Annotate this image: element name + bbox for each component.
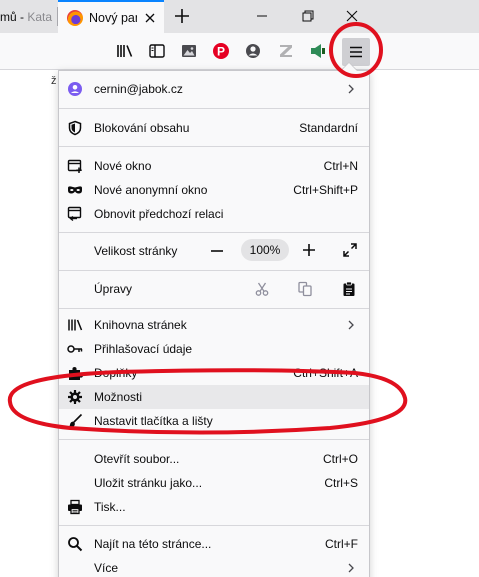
plus-icon[interactable] (301, 242, 317, 258)
content-blocking-label: Blokování obsahu (94, 121, 190, 135)
scissors-icon[interactable] (254, 281, 270, 297)
pinterest-icon[interactable]: P (211, 41, 231, 61)
restore-session-label: Obnovit předchozí relaci (94, 207, 224, 221)
menu-separator (59, 146, 369, 147)
menu-separator (59, 108, 369, 109)
copy-icon[interactable] (297, 281, 313, 297)
library-icon[interactable] (115, 41, 135, 61)
menu-customize[interactable]: Nastavit tlačítka a lišty (59, 409, 369, 433)
menu-options[interactable]: Možnosti (59, 385, 369, 409)
menu-account[interactable]: cernin@jabok.cz (59, 77, 369, 101)
new-window-shortcut: Ctrl+N (323, 159, 358, 173)
menu-content-blocking[interactable]: Blokování obsahu Standardní (59, 116, 369, 140)
shield-icon (68, 120, 82, 136)
menu-library[interactable]: Knihovna stránek (59, 313, 369, 337)
menu-addons[interactable]: Doplňky Ctrl+Shift+A (59, 361, 369, 385)
addons-label: Doplňky (94, 366, 138, 380)
zoom-label: Velikost stránky (94, 244, 178, 258)
mask-icon (68, 186, 82, 194)
tab-active[interactable]: Nový panel (58, 0, 164, 33)
open-file-label: Otevřít soubor... (94, 452, 180, 466)
menu-separator (59, 525, 369, 526)
logins-label: Přihlašovací údaje (94, 342, 193, 356)
paste-icon[interactable] (341, 281, 357, 297)
page-text-fragment: ž (51, 75, 57, 87)
search-icon (68, 537, 83, 552)
menu-find[interactable]: Najít na této stránce... Ctrl+F (59, 532, 369, 556)
menu-logins[interactable]: Přihlašovací údaje (59, 337, 369, 361)
menu-separator (59, 308, 369, 309)
plus-icon[interactable] (170, 4, 194, 28)
sidebar-icon[interactable] (147, 41, 167, 61)
customize-label: Nastavit tlačítka a lišty (94, 414, 213, 428)
new-window-icon (67, 159, 82, 173)
save-page-shortcut: Ctrl+S (324, 476, 358, 490)
navigation-toolbar: P (0, 33, 479, 70)
close-icon[interactable] (142, 10, 158, 26)
menu-zoom-row: Velikost stránky 100% (59, 239, 369, 263)
menu-separator (59, 439, 369, 440)
tab-previous-title-a: mů - (0, 10, 28, 24)
printer-icon (68, 499, 82, 515)
account-icon (68, 82, 82, 96)
private-window-label: Nové anonymní okno (94, 183, 208, 197)
menu-new-window[interactable]: Nové okno Ctrl+N (59, 154, 369, 178)
tab-strip: mů - Kata Nový panel (0, 0, 479, 33)
more-label: Více (94, 561, 119, 575)
menu-restore-session[interactable]: Obnovit předchozí relaci (59, 202, 369, 226)
menu-edit-row: Úpravy (59, 277, 369, 301)
open-file-shortcut: Ctrl+O (322, 452, 358, 466)
library-icon (68, 319, 83, 331)
edit-label: Úpravy (94, 282, 133, 296)
restore-session-icon (67, 206, 82, 222)
find-shortcut: Ctrl+F (325, 537, 358, 551)
panel-arrow (341, 63, 357, 71)
chevron-right-icon (348, 563, 354, 573)
library-label: Knihovna stránek (94, 318, 187, 332)
restore-icon[interactable] (296, 4, 320, 28)
minus-icon[interactable] (209, 243, 225, 259)
tab-active-title: Nový panel (89, 11, 137, 25)
tab-previous[interactable]: mů - Kata (0, 0, 57, 33)
chevron-right-icon (348, 84, 354, 94)
menu-more[interactable]: Více (59, 556, 369, 577)
svg-text:P: P (217, 45, 225, 59)
chevron-right-icon (348, 320, 354, 330)
account-icon[interactable] (243, 41, 263, 61)
app-menu-panel: cernin@jabok.cz Blokování obsahu Standar… (58, 70, 370, 577)
firefox-icon (67, 10, 83, 26)
image-icon[interactable] (179, 41, 199, 61)
menu-private-window[interactable]: Nové anonymní okno Ctrl+Shift+P (59, 178, 369, 202)
puzzle-icon (69, 367, 83, 380)
zoom-reset-button[interactable]: 100% (241, 239, 289, 261)
gear-icon (68, 390, 82, 404)
private-window-shortcut: Ctrl+Shift+P (293, 183, 358, 197)
menu-separator (59, 232, 369, 233)
key-icon (67, 345, 83, 353)
options-label: Možnosti (94, 390, 143, 404)
paintbrush-icon (68, 413, 83, 428)
menu-separator (59, 270, 369, 271)
new-window-label: Nové okno (94, 159, 152, 173)
extension-icon[interactable] (308, 41, 328, 61)
zotero-icon[interactable] (276, 41, 296, 61)
minimize-icon[interactable] (250, 4, 274, 28)
window-close-icon[interactable] (340, 4, 364, 28)
hamburger-menu-icon (350, 46, 362, 58)
print-label: Tisk... (94, 500, 126, 514)
content-blocking-value: Standardní (299, 121, 358, 135)
menu-save-page[interactable]: Uložit stránku jako... Ctrl+S (59, 471, 369, 495)
account-email: cernin@jabok.cz (94, 82, 183, 96)
find-label: Najít na této stránce... (94, 537, 212, 551)
tab-previous-title-b: Kata (27, 10, 53, 24)
menu-print[interactable]: Tisk... (59, 495, 369, 519)
addons-shortcut: Ctrl+Shift+A (293, 366, 358, 380)
save-page-label: Uložit stránku jako... (94, 476, 203, 490)
fullscreen-icon[interactable] (342, 242, 358, 258)
menu-open-file[interactable]: Otevřít soubor... Ctrl+O (59, 447, 369, 471)
